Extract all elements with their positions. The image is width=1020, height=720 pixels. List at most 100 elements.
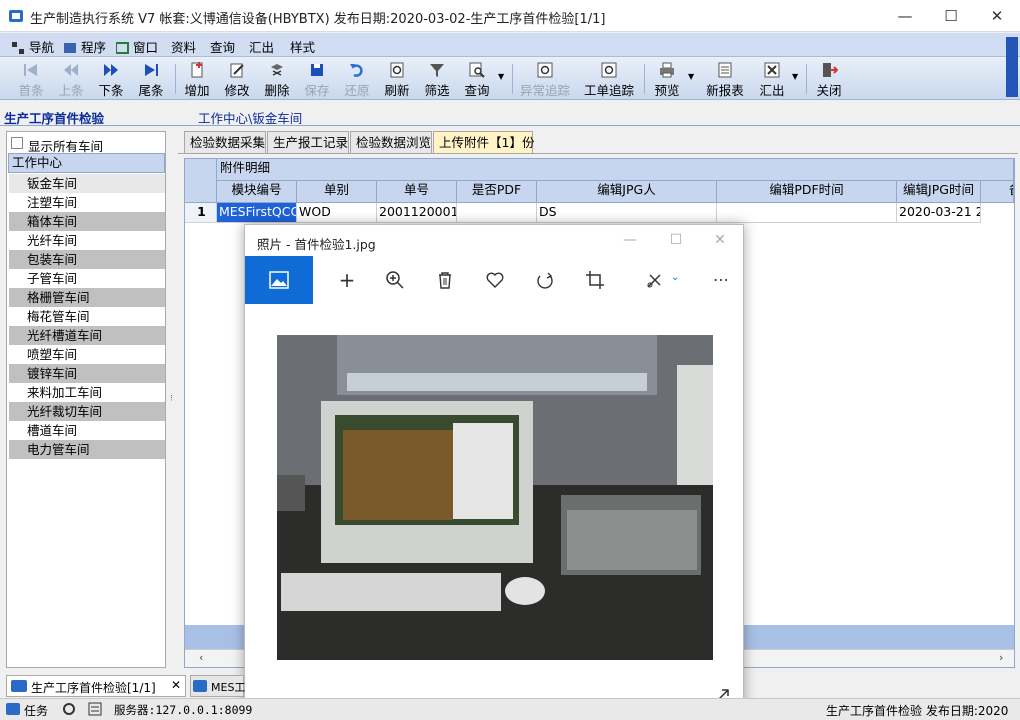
scroll-left-icon[interactable]: ‹ xyxy=(199,651,203,664)
export-button[interactable]: 汇出 xyxy=(755,61,789,98)
tab-production-report[interactable]: 生产报工记录 xyxy=(267,131,349,153)
export-dropdown-icon[interactable]: ▼ xyxy=(792,72,798,81)
zoom-in-icon[interactable] xyxy=(385,270,405,290)
col-jpg-editor[interactable]: 编辑JPG人 xyxy=(537,181,717,203)
chevron-down-icon[interactable]: ⌄ xyxy=(671,272,679,283)
tab-underline xyxy=(178,153,1018,154)
query-button[interactable]: 查询 xyxy=(460,61,494,98)
status-bar: 任务 服务器:127.0.0.1:8099 生产工序首件检验 发布日期:2020 xyxy=(0,698,1020,720)
col-remark[interactable]: 备 xyxy=(981,181,1014,203)
menu-program[interactable]: 程序 xyxy=(64,37,106,56)
edit-button[interactable]: 修改 xyxy=(220,61,254,98)
window-title-bar: 生产制造执行系统 V7 帐套:义博通信设备(HBYBTX) 发布日期:2020-… xyxy=(0,0,1020,32)
row-index[interactable]: 1 xyxy=(185,203,217,223)
doc-tab-mes[interactable]: MES工 xyxy=(190,675,245,697)
preview-button[interactable]: 预览 xyxy=(650,61,684,98)
exit-door-icon xyxy=(823,63,838,77)
col-pdf-time[interactable]: 编辑PDF时间 xyxy=(717,181,897,203)
tree-item-1[interactable]: 注塑车间 xyxy=(9,193,165,212)
add-button[interactable]: 增加 xyxy=(180,61,214,98)
toolbar-separator xyxy=(175,64,176,94)
maximize-button[interactable]: ☐ xyxy=(928,0,974,32)
new-report-button[interactable]: 新报表 xyxy=(705,61,745,98)
menu-style[interactable]: 样式 xyxy=(290,37,315,56)
undo-button[interactable]: 还原 xyxy=(340,61,374,98)
prev-record-button[interactable]: 上条 xyxy=(54,61,88,98)
menu-navigate[interactable]: 导航 xyxy=(12,37,54,56)
tree-item-12[interactable]: 光纤裁切车间 xyxy=(9,402,165,421)
menu-label: 导航 xyxy=(29,40,55,55)
photo-minimize-button[interactable]: — xyxy=(607,225,653,255)
menu-query[interactable]: 查询 xyxy=(210,37,235,56)
photo-maximize-button[interactable]: ☐ xyxy=(653,225,699,255)
last-record-button[interactable]: 尾条 xyxy=(134,61,168,98)
work-order-trace-icon xyxy=(601,62,617,78)
tree-item-13[interactable]: 槽道车间 xyxy=(9,421,165,440)
cell-module[interactable]: MESFirstQCC xyxy=(217,203,297,223)
col-number[interactable]: 单号 xyxy=(377,181,457,203)
cell-jpg-time[interactable]: 2020-03-21 20 xyxy=(897,203,981,223)
menu-window[interactable]: 窗口 xyxy=(116,37,158,56)
cell-type[interactable]: WOD xyxy=(297,203,377,223)
tree-item-7[interactable]: 梅花管车间 xyxy=(9,307,165,326)
tree-item-11[interactable]: 来料加工车间 xyxy=(9,383,165,402)
task-label[interactable]: 任务 xyxy=(24,702,48,719)
scroll-right-icon[interactable]: › xyxy=(999,651,1003,664)
doc-tab-first-inspection[interactable]: 生产工序首件检验[1/1] ✕ xyxy=(6,675,186,697)
query-dropdown-icon[interactable]: ▼ xyxy=(498,72,504,81)
settings-icon[interactable] xyxy=(62,702,76,716)
menu-export[interactable]: 汇出 xyxy=(249,37,274,56)
tree-item-9[interactable]: 喷塑车间 xyxy=(9,345,165,364)
checkbox-box[interactable] xyxy=(11,137,23,149)
col-is-pdf[interactable]: 是否PDF xyxy=(457,181,537,203)
next-record-button[interactable]: 下条 xyxy=(94,61,128,98)
tree-item-14[interactable]: 电力管车间 xyxy=(9,440,165,459)
module-icon xyxy=(11,680,27,692)
abnormal-trace-button[interactable]: 异常追踪 xyxy=(518,61,572,98)
menu-data[interactable]: 资料 xyxy=(171,37,196,56)
photo-close-button[interactable]: ✕ xyxy=(697,225,743,255)
tab-attachments[interactable]: 上传附件【1】份 xyxy=(433,131,534,153)
col-type[interactable]: 单别 xyxy=(297,181,377,203)
rotate-icon[interactable] xyxy=(535,270,555,290)
show-all-workshops-checkbox[interactable]: 显示所有车间 xyxy=(11,135,161,154)
workshop-panel: 显示所有车间 工作中心 钣金车间 注塑车间 箱体车间 光纤车间 包装车间 子管车… xyxy=(6,131,166,668)
crop-icon[interactable] xyxy=(585,270,605,290)
tree-item-0[interactable]: 钣金车间 xyxy=(9,174,165,193)
toolbar-overflow-strip[interactable] xyxy=(1006,37,1018,97)
tree-item-5[interactable]: 子管车间 xyxy=(9,269,165,288)
image-view-button[interactable] xyxy=(245,256,313,304)
refresh-button[interactable]: 刷新 xyxy=(380,61,414,98)
minimize-button[interactable]: — xyxy=(882,0,928,32)
preview-dropdown-icon[interactable]: ▼ xyxy=(688,72,694,81)
first-record-button[interactable]: 首条 xyxy=(14,61,48,98)
tree-item-6[interactable]: 格栅管车间 xyxy=(9,288,165,307)
favorite-heart-icon[interactable] xyxy=(485,270,505,290)
delete-icon[interactable] xyxy=(435,270,455,290)
splitter-handle[interactable]: ⁝ xyxy=(170,394,173,404)
document-tabs: 生产工序首件检验[1/1] ✕ MES工 xyxy=(0,675,245,697)
close-module-button[interactable]: 关闭 xyxy=(812,61,846,98)
edit-draw-icon[interactable] xyxy=(645,270,665,290)
tree-item-8[interactable]: 光纤槽道车间 xyxy=(9,326,165,345)
cell-pdf-time[interactable] xyxy=(717,203,897,223)
cell-jpg-editor[interactable]: DS xyxy=(537,203,717,223)
more-options-icon[interactable]: ⋯ xyxy=(709,268,733,292)
add-icon[interactable]: + xyxy=(335,268,359,292)
tree-item-3[interactable]: 光纤车间 xyxy=(9,231,165,250)
save-button[interactable]: 保存 xyxy=(300,61,334,98)
tab-inspection-collect[interactable]: 检验数据采集 xyxy=(184,131,266,153)
work-order-trace-button[interactable]: 工单追踪 xyxy=(582,61,636,98)
close-button[interactable]: ✕ xyxy=(974,0,1020,32)
tree-item-10[interactable]: 镀锌车间 xyxy=(9,364,165,383)
tree-item-2[interactable]: 箱体车间 xyxy=(9,212,165,231)
tree-item-4[interactable]: 包装车间 xyxy=(9,250,165,269)
col-jpg-time[interactable]: 编辑JPG时间 xyxy=(897,181,981,203)
cell-is-pdf[interactable] xyxy=(457,203,537,223)
tab-inspection-browse[interactable]: 检验数据浏览 xyxy=(350,131,432,153)
delete-button[interactable]: 删除 xyxy=(260,61,294,98)
col-module[interactable]: 模块编号 xyxy=(217,181,297,203)
doc-tab-close-icon[interactable]: ✕ xyxy=(171,678,181,692)
cell-number[interactable]: 2001120001 xyxy=(377,203,457,223)
filter-button[interactable]: 筛选 xyxy=(420,61,454,98)
